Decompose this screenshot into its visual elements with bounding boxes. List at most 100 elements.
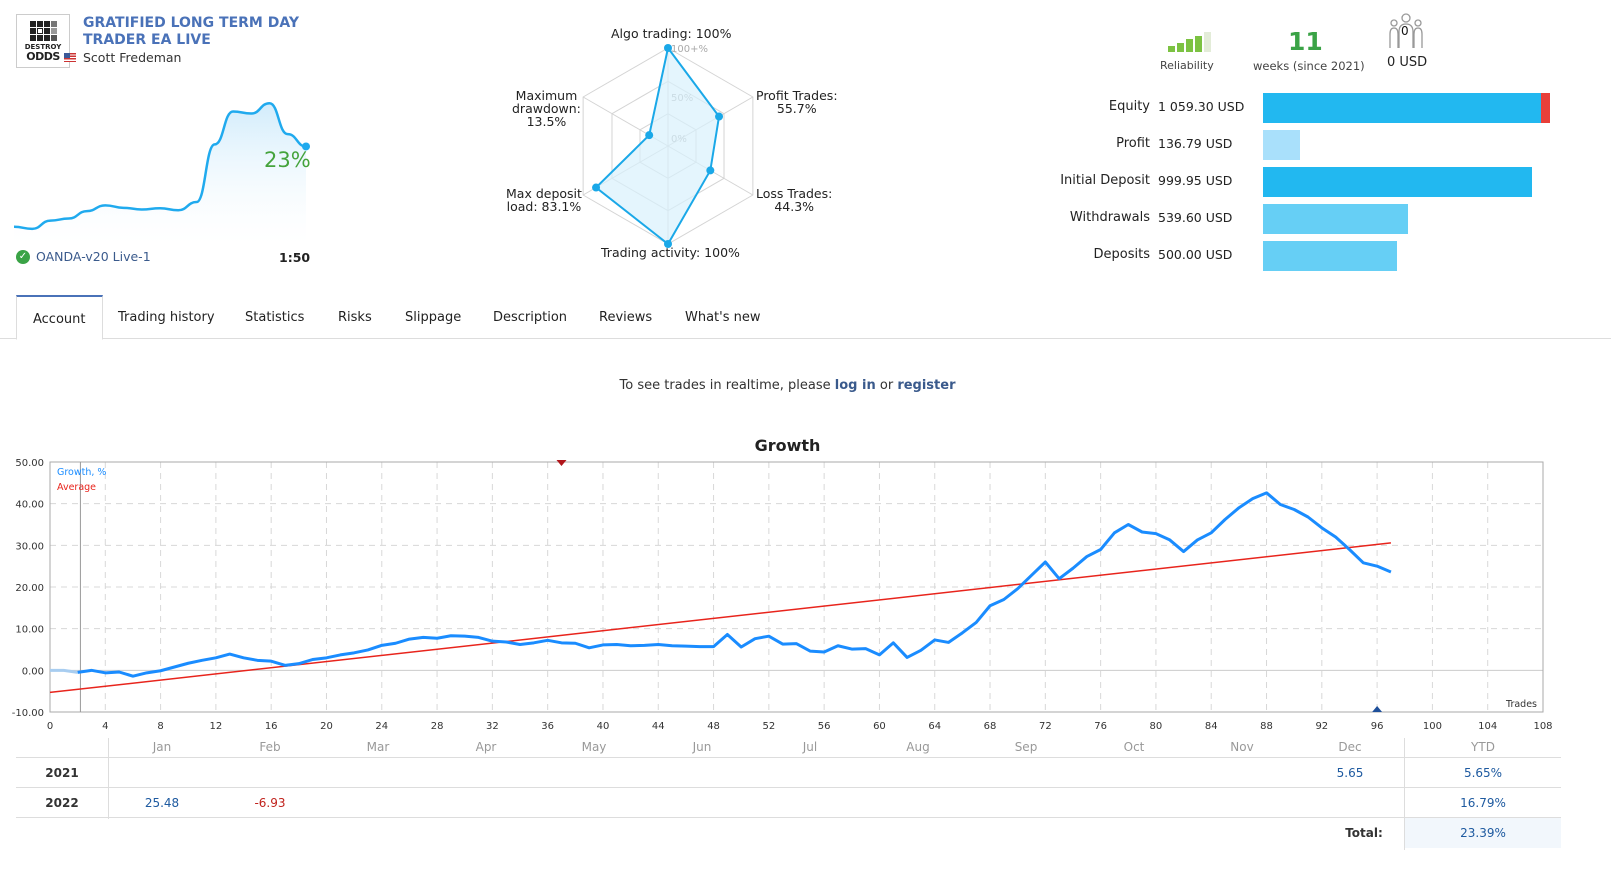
ea-logo[interactable]: DESTROY ODDS [16,14,70,68]
growth-point[interactable] [735,641,747,653]
growth-point[interactable] [1122,519,1134,531]
growth-point[interactable] [666,640,678,652]
growth-point[interactable] [376,639,388,651]
growth-point[interactable] [473,631,485,643]
subscribers-icon[interactable]: 0 [1386,12,1426,50]
growth-point[interactable] [168,661,180,673]
growth-point[interactable] [85,664,97,676]
growth-point[interactable] [417,631,429,643]
growth-point[interactable] [279,659,291,671]
growth-point[interactable] [804,645,816,657]
growth-point[interactable] [113,666,125,678]
tab-reviews[interactable]: Reviews [583,295,668,339]
growth-point[interactable] [251,654,263,666]
growth-point[interactable] [1081,551,1093,563]
reliability-bars-icon[interactable] [1168,32,1211,52]
growth-point[interactable] [210,652,222,664]
growth-point[interactable] [293,658,305,670]
register-link[interactable]: register [897,378,955,393]
growth-point[interactable] [1136,526,1148,538]
growth-point[interactable] [486,635,498,647]
growth-point[interactable] [459,630,471,642]
broker-server[interactable]: ✓ OANDA-v20 Live-1 [16,249,151,264]
growth-point[interactable] [1164,534,1176,546]
tab-account[interactable]: Account [16,295,103,340]
growth-point[interactable] [127,670,139,682]
growth-point[interactable] [763,630,775,642]
growth-point[interactable] [956,627,968,639]
growth-point[interactable] [307,654,319,666]
growth-point[interactable] [500,636,512,648]
tab-slippage[interactable]: Slippage [389,295,477,339]
tab-description[interactable]: Description [477,295,583,339]
growth-point[interactable] [860,643,872,655]
author-name[interactable]: Scott Fredeman [83,50,181,65]
growth-point[interactable] [970,616,982,628]
growth-point[interactable] [721,629,733,641]
tab-trading-history[interactable]: Trading history [102,295,231,339]
growth-point[interactable] [680,640,692,652]
signal-title[interactable]: GRATIFIED LONG TERM DAY TRADER EA LIVE [83,15,313,49]
deposit-marker[interactable] [1372,706,1383,712]
growth-point[interactable] [638,639,650,651]
growth-point[interactable] [1357,557,1369,569]
growth-point[interactable] [555,637,567,649]
growth-point[interactable] [929,634,941,646]
tab-risks[interactable]: Risks [322,295,388,339]
growth-point[interactable] [625,640,637,652]
growth-point[interactable] [362,644,374,656]
growth-point[interactable] [1219,514,1231,526]
growth-point[interactable] [887,637,899,649]
growth-point[interactable] [1012,583,1024,595]
growth-point[interactable] [528,637,540,649]
growth-point[interactable] [1026,569,1038,581]
growth-point[interactable] [445,630,457,642]
growth-point[interactable] [1371,560,1383,572]
tab-statistics[interactable]: Statistics [229,295,320,339]
growth-point[interactable] [901,651,913,663]
growth-point[interactable] [1385,566,1397,578]
growth-point[interactable] [832,640,844,652]
growth-point[interactable] [1067,562,1079,574]
growth-point[interactable] [583,642,595,654]
growth-point[interactable] [1343,544,1355,556]
growth-point[interactable] [155,665,167,677]
growth-point[interactable] [1233,502,1245,514]
growth-point[interactable] [652,639,664,651]
growth-point[interactable] [818,646,830,658]
growth-point[interactable] [998,594,1010,606]
growth-point[interactable] [984,600,996,612]
growth-point[interactable] [1108,527,1120,539]
growth-point[interactable] [1288,504,1300,516]
growth-point[interactable] [943,636,955,648]
growth-point[interactable] [915,644,927,656]
growth-point[interactable] [791,638,803,650]
growth-point[interactable] [196,654,208,666]
growth-point[interactable] [1330,531,1342,543]
growth-point[interactable] [597,639,609,651]
growth-point[interactable] [99,667,111,679]
withdrawal-marker[interactable] [556,460,567,466]
growth-point[interactable] [1039,556,1051,568]
growth-point[interactable] [694,641,706,653]
growth-point[interactable] [611,639,623,651]
growth-point[interactable] [1191,534,1203,546]
month-value[interactable]: -6.93 [240,796,300,810]
growth-point[interactable] [224,648,236,660]
login-link[interactable]: log in [835,378,876,393]
growth-point[interactable] [265,655,277,667]
growth-point[interactable] [873,649,885,661]
month-value[interactable]: 25.48 [132,796,192,810]
growth-point[interactable] [542,634,554,646]
growth-point[interactable] [238,652,250,664]
growth-point[interactable] [72,666,84,678]
growth-point[interactable] [749,633,761,645]
growth-point[interactable] [348,647,360,659]
growth-point[interactable] [141,667,153,679]
growth-point[interactable] [1316,522,1328,534]
month-value[interactable]: 5.65 [1320,766,1380,780]
growth-point[interactable] [846,643,858,655]
growth-point[interactable] [182,657,194,669]
growth-point[interactable] [1095,544,1107,556]
growth-point[interactable] [403,633,415,645]
